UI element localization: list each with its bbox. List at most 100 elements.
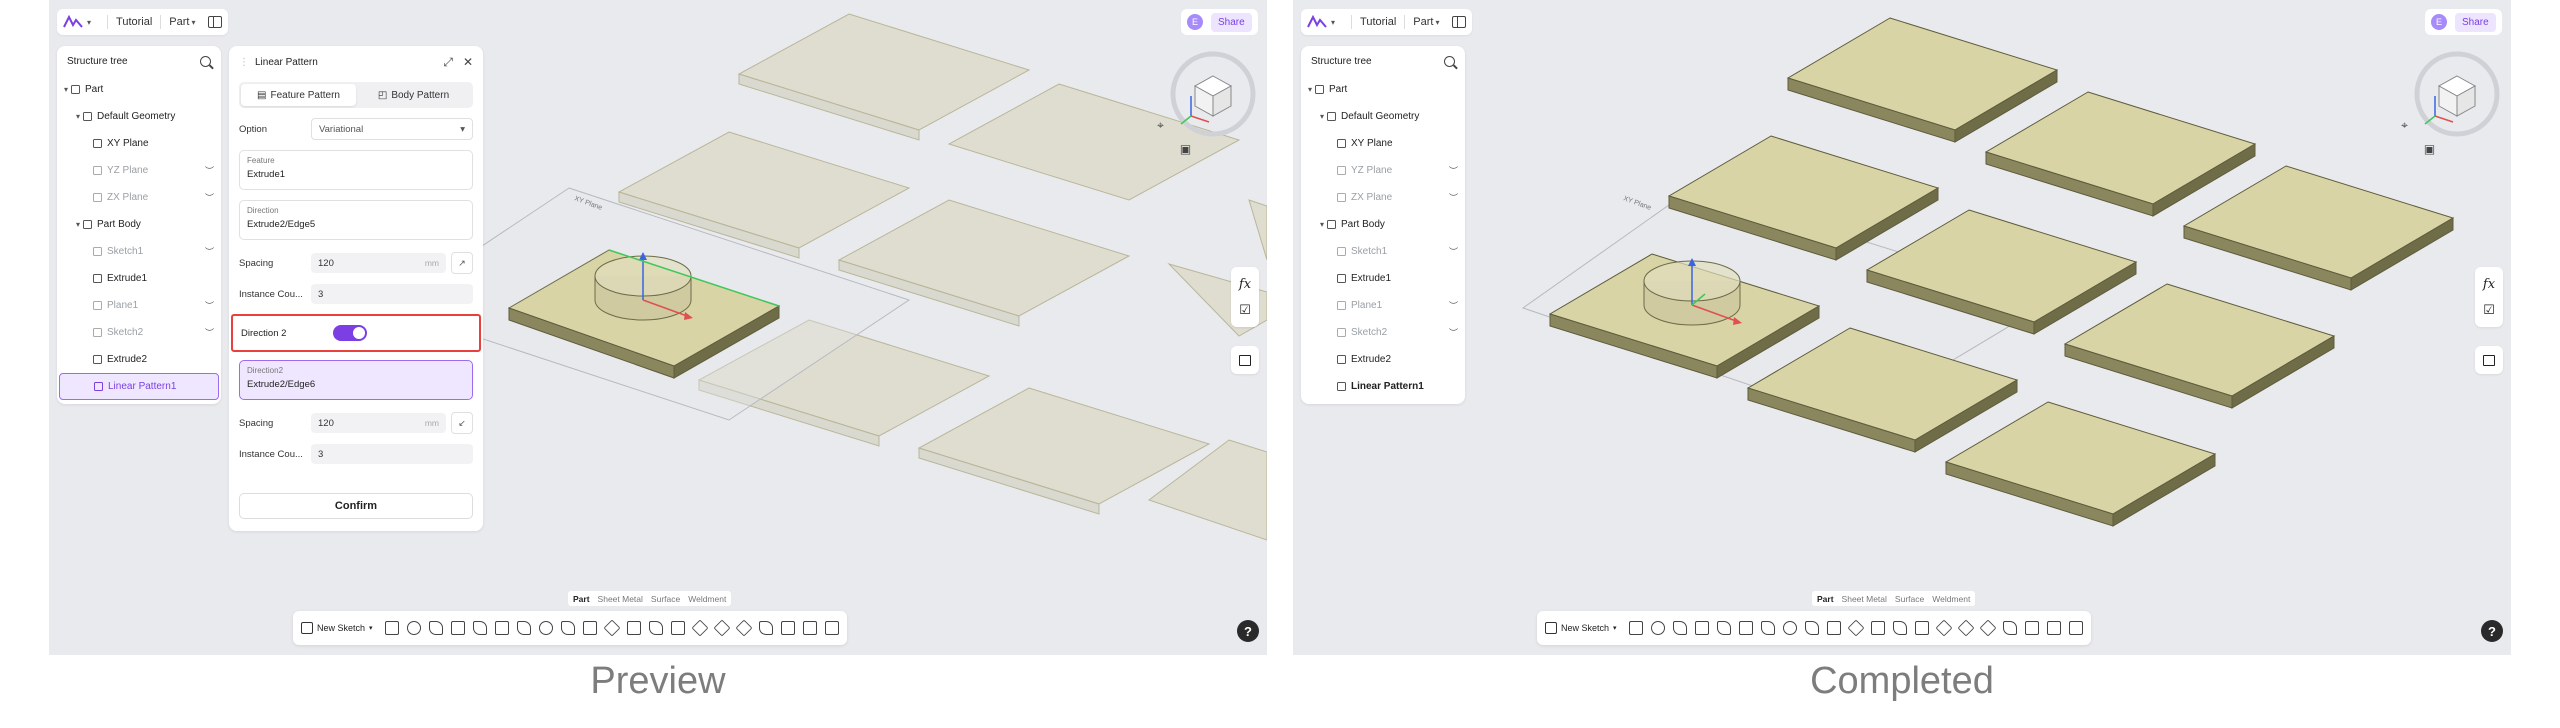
part-menu[interactable]: Part xyxy=(169,16,189,28)
tree-item-extrude2[interactable]: Extrude2 xyxy=(1301,346,1465,373)
app-logo-icon[interactable] xyxy=(63,14,85,30)
loft-tool-icon[interactable] xyxy=(450,621,465,635)
tab-part[interactable]: Part xyxy=(1817,594,1834,604)
formula-icon[interactable]: fx xyxy=(2479,271,2499,297)
tree-item-xy-plane[interactable]: XY Plane xyxy=(1301,130,1465,157)
mirror-tool-icon[interactable] xyxy=(670,621,685,635)
tab-weldment[interactable]: Weldment xyxy=(688,594,726,604)
chevron-down-icon[interactable]: ▾ xyxy=(1317,220,1327,229)
move-body-tool-icon[interactable] xyxy=(1935,619,1952,637)
linear-pattern-tool-icon[interactable] xyxy=(626,621,641,635)
tree-item-part[interactable]: ▾ Part xyxy=(57,76,221,103)
tree-item-sketch2[interactable]: Sketch2 ︶ xyxy=(1301,319,1465,346)
formula-icon[interactable]: fx xyxy=(1235,271,1255,297)
revolve-tool-icon[interactable] xyxy=(406,621,421,635)
tree-item-sketch1[interactable]: Sketch1 ︶ xyxy=(1301,238,1465,265)
chevron-down-icon[interactable]: ▾ xyxy=(1331,18,1335,27)
draft-tool-icon[interactable] xyxy=(1804,621,1819,635)
pin-icon[interactable]: ⤢ xyxy=(443,55,453,70)
plane-tool-icon[interactable] xyxy=(780,621,795,635)
tree-item-zx-plane[interactable]: ZX Plane ︶ xyxy=(57,184,221,211)
eye-closed-icon[interactable]: ︶ xyxy=(1449,326,1458,339)
fillet-tool-icon[interactable] xyxy=(516,621,531,635)
search-icon[interactable] xyxy=(200,55,211,67)
instance-count-input[interactable]: 3 xyxy=(311,284,473,304)
share-button[interactable]: Share xyxy=(2455,12,2496,32)
checklist-icon[interactable]: ☑ xyxy=(2479,297,2499,323)
eye-closed-icon[interactable]: ︶ xyxy=(205,326,214,339)
scale-tool-icon[interactable] xyxy=(2002,621,2017,635)
chamfer-tool-icon[interactable] xyxy=(538,621,553,635)
help-button[interactable]: ? xyxy=(1237,620,1259,642)
tab-sheet-metal[interactable]: Sheet Metal xyxy=(598,594,643,604)
properties-button[interactable] xyxy=(2475,346,2503,374)
reverse-direction2-icon[interactable]: ↙ xyxy=(451,412,473,434)
chevron-down-icon[interactable]: ▾ xyxy=(191,18,195,27)
tree-item-part-body[interactable]: ▾ Part Body xyxy=(1301,211,1465,238)
fit-view-icon[interactable]: ⌖ xyxy=(1154,118,1167,132)
tree-item-sketch2[interactable]: Sketch2 ︶ xyxy=(57,319,221,346)
rib-tool-icon[interactable] xyxy=(1716,621,1731,635)
circular-pattern-tool-icon[interactable] xyxy=(1892,621,1907,635)
tree-item-sketch1[interactable]: Sketch1 ︶ xyxy=(57,238,221,265)
search-icon[interactable] xyxy=(1444,55,1455,67)
sweep-tool-icon[interactable] xyxy=(428,621,443,635)
direction2-toggle[interactable] xyxy=(333,325,367,341)
eye-closed-icon[interactable]: ︶ xyxy=(1449,299,1458,312)
tree-item-plane1[interactable]: Plane1 ︶ xyxy=(57,292,221,319)
tree-item-linear-pattern1[interactable]: Linear Pattern1 xyxy=(59,373,219,400)
measure-tool-icon[interactable] xyxy=(2068,621,2083,635)
extrude-tool-icon[interactable] xyxy=(384,621,399,635)
sidebar-toggle-icon[interactable] xyxy=(207,16,222,28)
split-tool-icon[interactable] xyxy=(735,619,752,637)
measure-tool-icon[interactable] xyxy=(824,621,839,635)
tutorial-link[interactable]: Tutorial xyxy=(116,16,152,28)
tree-item-linear-pattern1[interactable]: Linear Pattern1 xyxy=(1301,373,1465,400)
drag-handle-icon[interactable]: ⋮ xyxy=(239,57,249,68)
part-menu[interactable]: Part xyxy=(1413,16,1433,28)
eye-closed-icon[interactable]: ︶ xyxy=(205,191,214,204)
checklist-icon[interactable]: ☑ xyxy=(1235,297,1255,323)
feature-field[interactable]: Feature Extrude1 xyxy=(239,150,473,190)
instance-count2-input[interactable]: 3 xyxy=(311,444,473,464)
thicken-tool-icon[interactable] xyxy=(603,619,620,637)
loft-tool-icon[interactable] xyxy=(1694,621,1709,635)
tree-item-plane1[interactable]: Plane1 ︶ xyxy=(1301,292,1465,319)
tree-item-default-geometry[interactable]: ▾ Default Geometry xyxy=(1301,103,1465,130)
split-tool-icon[interactable] xyxy=(1979,619,1996,637)
tree-item-yz-plane[interactable]: YZ Plane ︶ xyxy=(1301,157,1465,184)
view-cube[interactable] xyxy=(1165,46,1261,142)
tab-sheet-metal[interactable]: Sheet Metal xyxy=(1842,594,1887,604)
move-body-tool-icon[interactable] xyxy=(691,619,708,637)
reverse-direction-icon[interactable]: ↗ xyxy=(451,252,473,274)
new-sketch-button[interactable]: New Sketch ▾ xyxy=(301,622,377,634)
chevron-down-icon[interactable]: ▾ xyxy=(1435,18,1439,27)
circular-pattern-tool-icon[interactable] xyxy=(648,621,663,635)
linear-pattern-tool-icon[interactable] xyxy=(1870,621,1885,635)
boolean-tool-icon[interactable] xyxy=(1957,619,1974,637)
view-mode-icon[interactable]: ▣ xyxy=(2423,142,2436,156)
eye-closed-icon[interactable]: ︶ xyxy=(205,245,214,258)
chevron-down-icon[interactable]: ▾ xyxy=(1305,85,1315,94)
new-sketch-button[interactable]: New Sketch ▾ xyxy=(1545,622,1621,634)
tab-surface[interactable]: Surface xyxy=(651,594,680,604)
confirm-button[interactable]: Confirm xyxy=(239,493,473,519)
shell-tool-icon[interactable] xyxy=(1826,621,1841,635)
rib-tool-icon[interactable] xyxy=(472,621,487,635)
spacing2-input[interactable]: 120 mm xyxy=(311,413,446,433)
boolean-tool-icon[interactable] xyxy=(713,619,730,637)
tree-item-extrude2[interactable]: Extrude2 xyxy=(57,346,221,373)
axis-tool-icon[interactable] xyxy=(2046,621,2061,635)
tab-feature-pattern[interactable]: ▤ Feature Pattern xyxy=(241,84,356,106)
chevron-down-icon[interactable]: ▾ xyxy=(73,112,83,121)
tab-weldment[interactable]: Weldment xyxy=(1932,594,1970,604)
tree-item-zx-plane[interactable]: ZX Plane ︶ xyxy=(1301,184,1465,211)
chevron-down-icon[interactable]: ▾ xyxy=(87,18,91,27)
tree-item-extrude1[interactable]: Extrude1 xyxy=(1301,265,1465,292)
tab-surface[interactable]: Surface xyxy=(1895,594,1924,604)
close-icon[interactable]: ✕ xyxy=(463,55,473,70)
eye-closed-icon[interactable]: ︶ xyxy=(205,299,214,312)
view-mode-icon[interactable]: ▣ xyxy=(1179,142,1192,156)
plane-tool-icon[interactable] xyxy=(2024,621,2039,635)
axis-tool-icon[interactable] xyxy=(802,621,817,635)
